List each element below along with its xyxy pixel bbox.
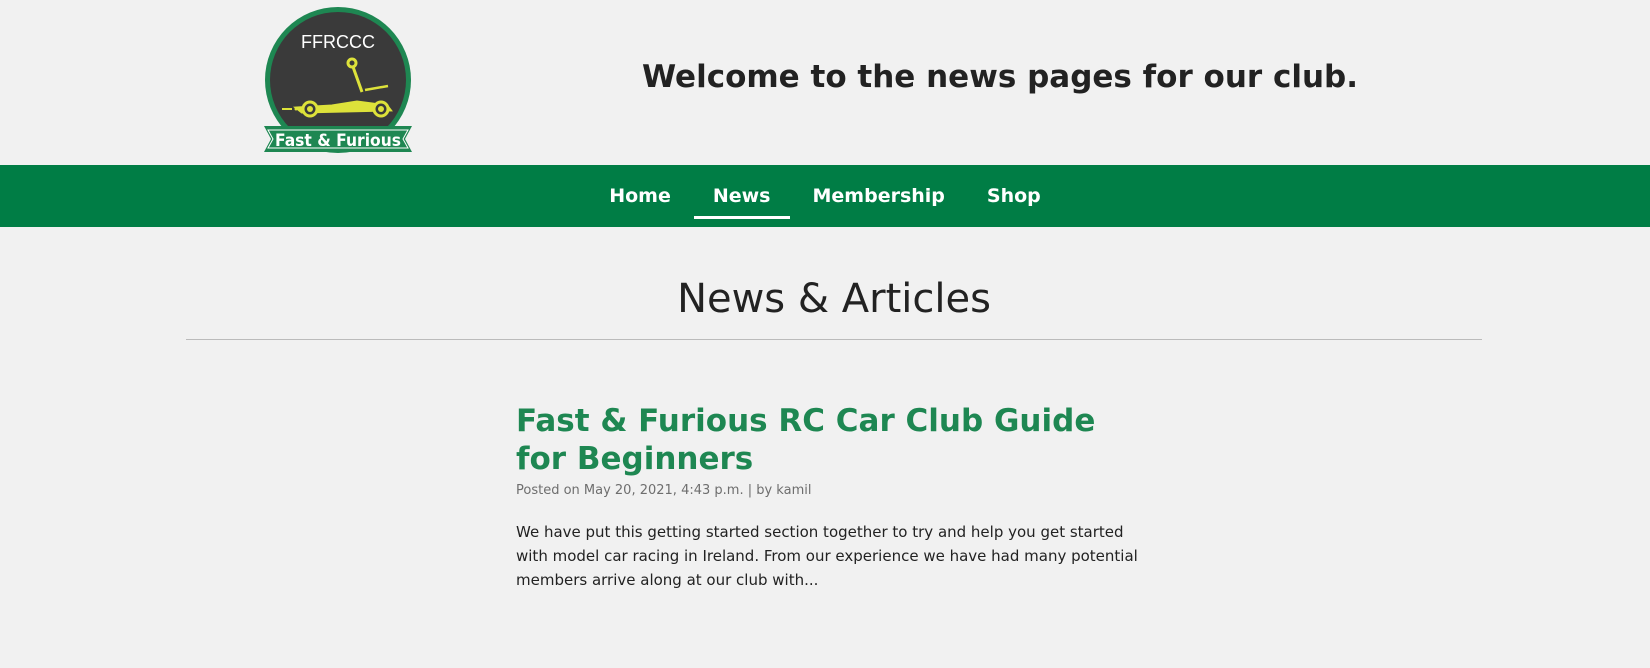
site-header: FFRCCC Fast & Furious Welcome to the new… [0,0,1650,165]
nav-home-link[interactable]: Home [588,165,692,227]
article-title-link[interactable]: Fast & Furious RC Car Club Guide for Beg… [516,402,1156,478]
logo-banner-text: Fast & Furious [275,131,401,151]
welcome-heading: Welcome to the news pages for our club. [641,59,1359,95]
logo-top-text: FFRCCC [301,32,375,52]
nav-news-link[interactable]: News [692,165,792,227]
article-excerpt: We have put this getting started section… [516,523,1138,589]
article-card: Fast & Furious RC Car Club Guide for Beg… [516,402,1156,592]
nav-shop-link[interactable]: Shop [966,165,1062,227]
heading-divider [186,339,1482,340]
club-logo[interactable]: FFRCCC Fast & Furious [262,6,414,158]
nav-membership-link[interactable]: Membership [792,165,966,227]
nav-list: Home News Membership Shop [0,165,1650,227]
article-meta: Posted on May 20, 2021, 4:43 p.m. | by k… [516,483,812,498]
main-navbar: Home News Membership Shop [0,165,1650,227]
page-title: News & Articles [677,276,991,322]
